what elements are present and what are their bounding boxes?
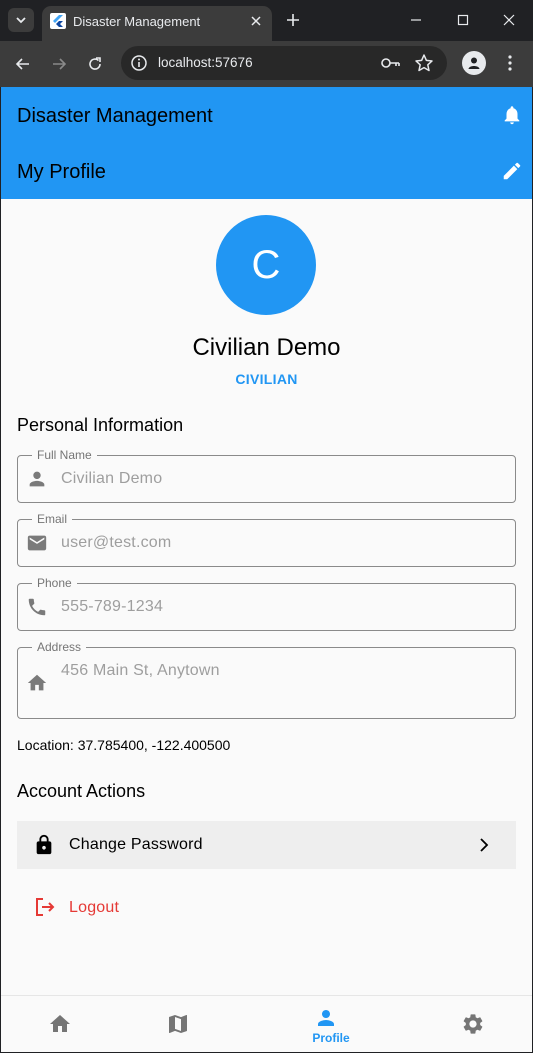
- browser-tab-strip: Disaster Management: [0, 0, 533, 41]
- tab-search-button[interactable]: [8, 8, 34, 32]
- reload-button[interactable]: [83, 52, 107, 76]
- edit-icon[interactable]: [501, 160, 523, 182]
- home-icon: [50, 1015, 70, 1032]
- role-badge: CIVILIAN: [235, 371, 298, 387]
- browser-toolbar: localhost:57676: [0, 41, 533, 87]
- window-close-button[interactable]: [497, 8, 521, 32]
- minimize-icon: [411, 19, 421, 21]
- field-label: Full Name: [32, 447, 97, 463]
- avatar: C: [216, 215, 316, 315]
- maximize-button[interactable]: [451, 8, 475, 32]
- nav-profile[interactable]: Profile: [265, 996, 397, 1052]
- star-icon[interactable]: [414, 53, 434, 73]
- person-icon: [29, 471, 45, 487]
- logout-label: Logout: [69, 899, 120, 916]
- forward-button[interactable]: [47, 52, 71, 76]
- new-tab-button[interactable]: [283, 10, 303, 30]
- map-icon: [169, 1015, 187, 1033]
- maximize-icon: [457, 14, 469, 26]
- email-icon: [27, 535, 47, 551]
- nav-settings[interactable]: [397, 996, 529, 1052]
- section-title-personal-information: Personal Information: [17, 415, 184, 435]
- person-icon: [318, 1010, 334, 1026]
- settings-icon: [463, 1014, 483, 1034]
- field-value: 456 Main St, Anytown: [61, 662, 220, 679]
- chevron-down-icon: [16, 17, 26, 24]
- change-password-label: Change Password: [69, 836, 203, 853]
- location-text: Location: 37.785400, -122.400500: [17, 737, 231, 753]
- field-label: Address: [32, 639, 87, 655]
- phone-icon: [28, 598, 46, 616]
- nav-profile-label: Profile: [312, 1031, 350, 1045]
- nav-home[interactable]: [1, 996, 133, 1052]
- nav-map[interactable]: [133, 996, 265, 1052]
- back-button[interactable]: [11, 52, 35, 76]
- person-icon: [468, 57, 480, 69]
- field-value: Civilian Demo: [61, 470, 163, 487]
- bottom-navigation: Profile: [1, 995, 532, 1052]
- arrow-left-icon: [15, 58, 29, 70]
- logout-icon: [36, 898, 55, 916]
- tab-close-button[interactable]: [247, 12, 265, 30]
- profile-name: Civilian Demo: [192, 334, 341, 361]
- email-field[interactable]: Email user@test.com: [17, 511, 516, 567]
- field-value: user@test.com: [61, 534, 172, 551]
- field-value: 555-789-1234: [61, 598, 164, 615]
- app-viewport: Disaster Management My Profile C Civilia…: [1, 87, 532, 1052]
- browser-tab[interactable]: Disaster Management: [42, 6, 272, 41]
- minimize-button[interactable]: [404, 8, 428, 32]
- field-label: Email: [32, 511, 73, 527]
- section-title-account-actions: Account Actions: [17, 781, 146, 801]
- phone-field[interactable]: Phone 555-789-1234: [17, 575, 516, 631]
- address-field[interactable]: Address 456 Main St, Anytown: [17, 639, 516, 719]
- full-name-field[interactable]: Full Name Civilian Demo: [17, 447, 516, 503]
- tab-title: Disaster Management: [73, 14, 201, 29]
- plus-icon: [287, 14, 299, 26]
- app-title: Disaster Management: [17, 105, 213, 127]
- notifications-icon[interactable]: [501, 104, 523, 126]
- close-icon: [503, 14, 515, 26]
- reload-icon: [89, 57, 101, 70]
- flutter-icon: [50, 13, 66, 29]
- browser-menu-button[interactable]: [500, 51, 520, 75]
- field-label: Phone: [32, 575, 77, 591]
- browser-profile-button[interactable]: [462, 51, 486, 75]
- url-text[interactable]: localhost:57676: [158, 55, 253, 70]
- change-password-button[interactable]: Change Password: [17, 821, 516, 869]
- logout-button[interactable]: Logout: [17, 887, 137, 927]
- info-icon[interactable]: [130, 54, 148, 72]
- more-vert-icon: [508, 55, 512, 71]
- arrow-right-icon: [53, 58, 67, 70]
- chevron-right-icon: [480, 838, 489, 852]
- close-icon: [251, 16, 261, 26]
- app-bar: Disaster Management My Profile: [1, 87, 532, 199]
- address-bar[interactable]: localhost:57676: [121, 46, 447, 80]
- page-title: My Profile: [17, 161, 106, 183]
- home-icon: [27, 674, 47, 691]
- lock-icon: [36, 834, 52, 855]
- key-icon[interactable]: [380, 54, 402, 72]
